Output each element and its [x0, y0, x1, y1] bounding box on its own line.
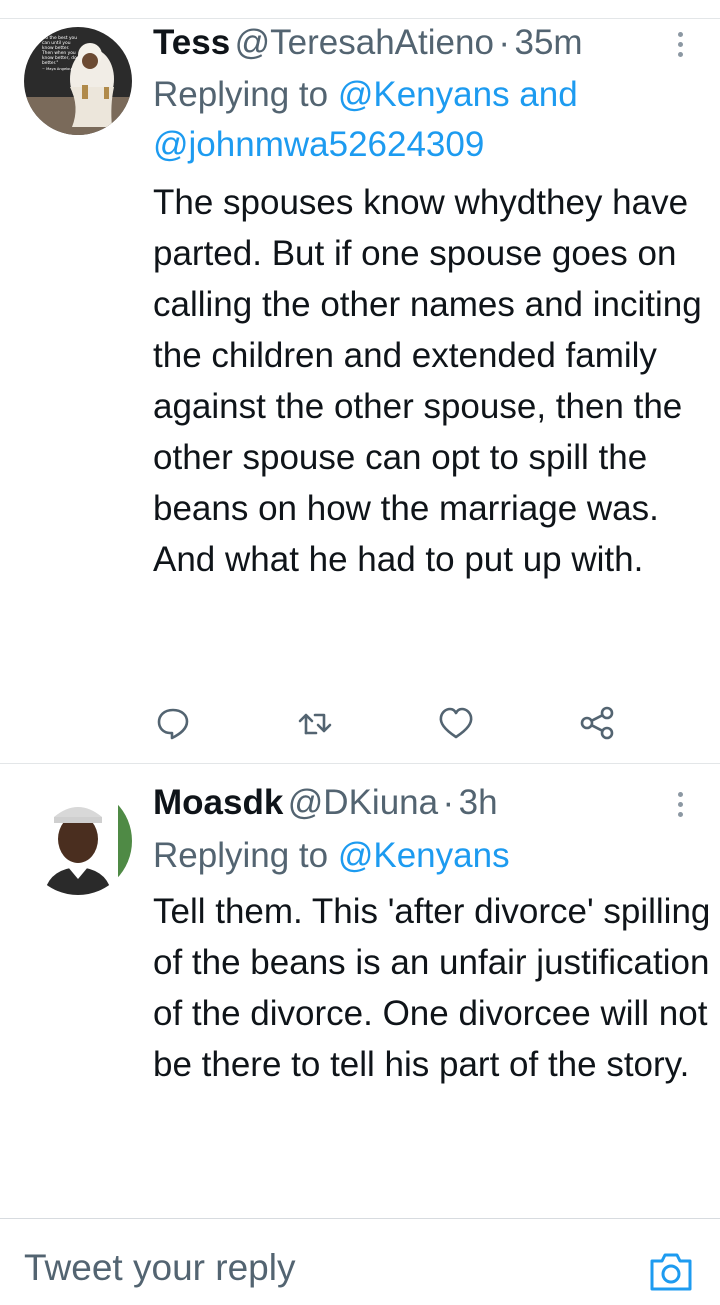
retweet-icon[interactable] [295, 703, 335, 743]
replying-to-label: Replying to [153, 836, 329, 875]
author-name[interactable]: Moasdk [153, 783, 283, 822]
more-icon[interactable] [670, 32, 690, 57]
avatar-image [24, 787, 132, 895]
tweet-text: The spouses know whydthey have parted. B… [153, 183, 702, 579]
avatar-image: Do the best you can until you know bette… [24, 27, 132, 135]
tweet-actions [153, 703, 623, 743]
tweet-header: Moasdk @DKiuna · 3h [153, 781, 498, 832]
reply-icon[interactable] [153, 703, 193, 743]
tweet-time[interactable]: 35m [515, 23, 583, 62]
avatar-tess[interactable]: Do the best you can until you know bette… [24, 27, 132, 135]
top-divider [0, 18, 720, 19]
svg-text:better.": better." [42, 60, 58, 66]
separator-dot: · [498, 23, 511, 62]
camera-icon[interactable] [648, 1251, 694, 1293]
heart-icon[interactable] [436, 703, 476, 743]
more-icon[interactable] [670, 792, 690, 817]
replying-to-label: Replying to [153, 75, 329, 114]
author-name[interactable]: Tess [153, 23, 230, 62]
tweet-time[interactable]: 3h [459, 783, 498, 822]
tweet-header: Tess @TeresahAtieno · 35m [153, 21, 583, 72]
separator-dot: · [442, 783, 455, 822]
tweet-text: Tell them. This 'after divorce' spilling… [153, 892, 711, 1084]
tweet-divider [0, 763, 720, 764]
author-handle[interactable]: @TeresahAtieno [235, 23, 494, 62]
reply-mentions[interactable]: @Kenyans [338, 836, 510, 875]
reply-compose-bar[interactable]: Tweet your reply [0, 1218, 720, 1305]
reply-input[interactable]: Tweet your reply [24, 1247, 295, 1289]
svg-text:~ Maya Angelou: ~ Maya Angelou [42, 67, 72, 71]
share-icon[interactable] [577, 703, 617, 743]
author-handle[interactable]: @DKiuna [288, 783, 438, 822]
avatar-moasdk[interactable] [24, 787, 132, 895]
replying-to: Replying to @Kenyans [153, 831, 673, 881]
replying-to: Replying to @Kenyans and @johnmwa5262430… [153, 70, 673, 170]
